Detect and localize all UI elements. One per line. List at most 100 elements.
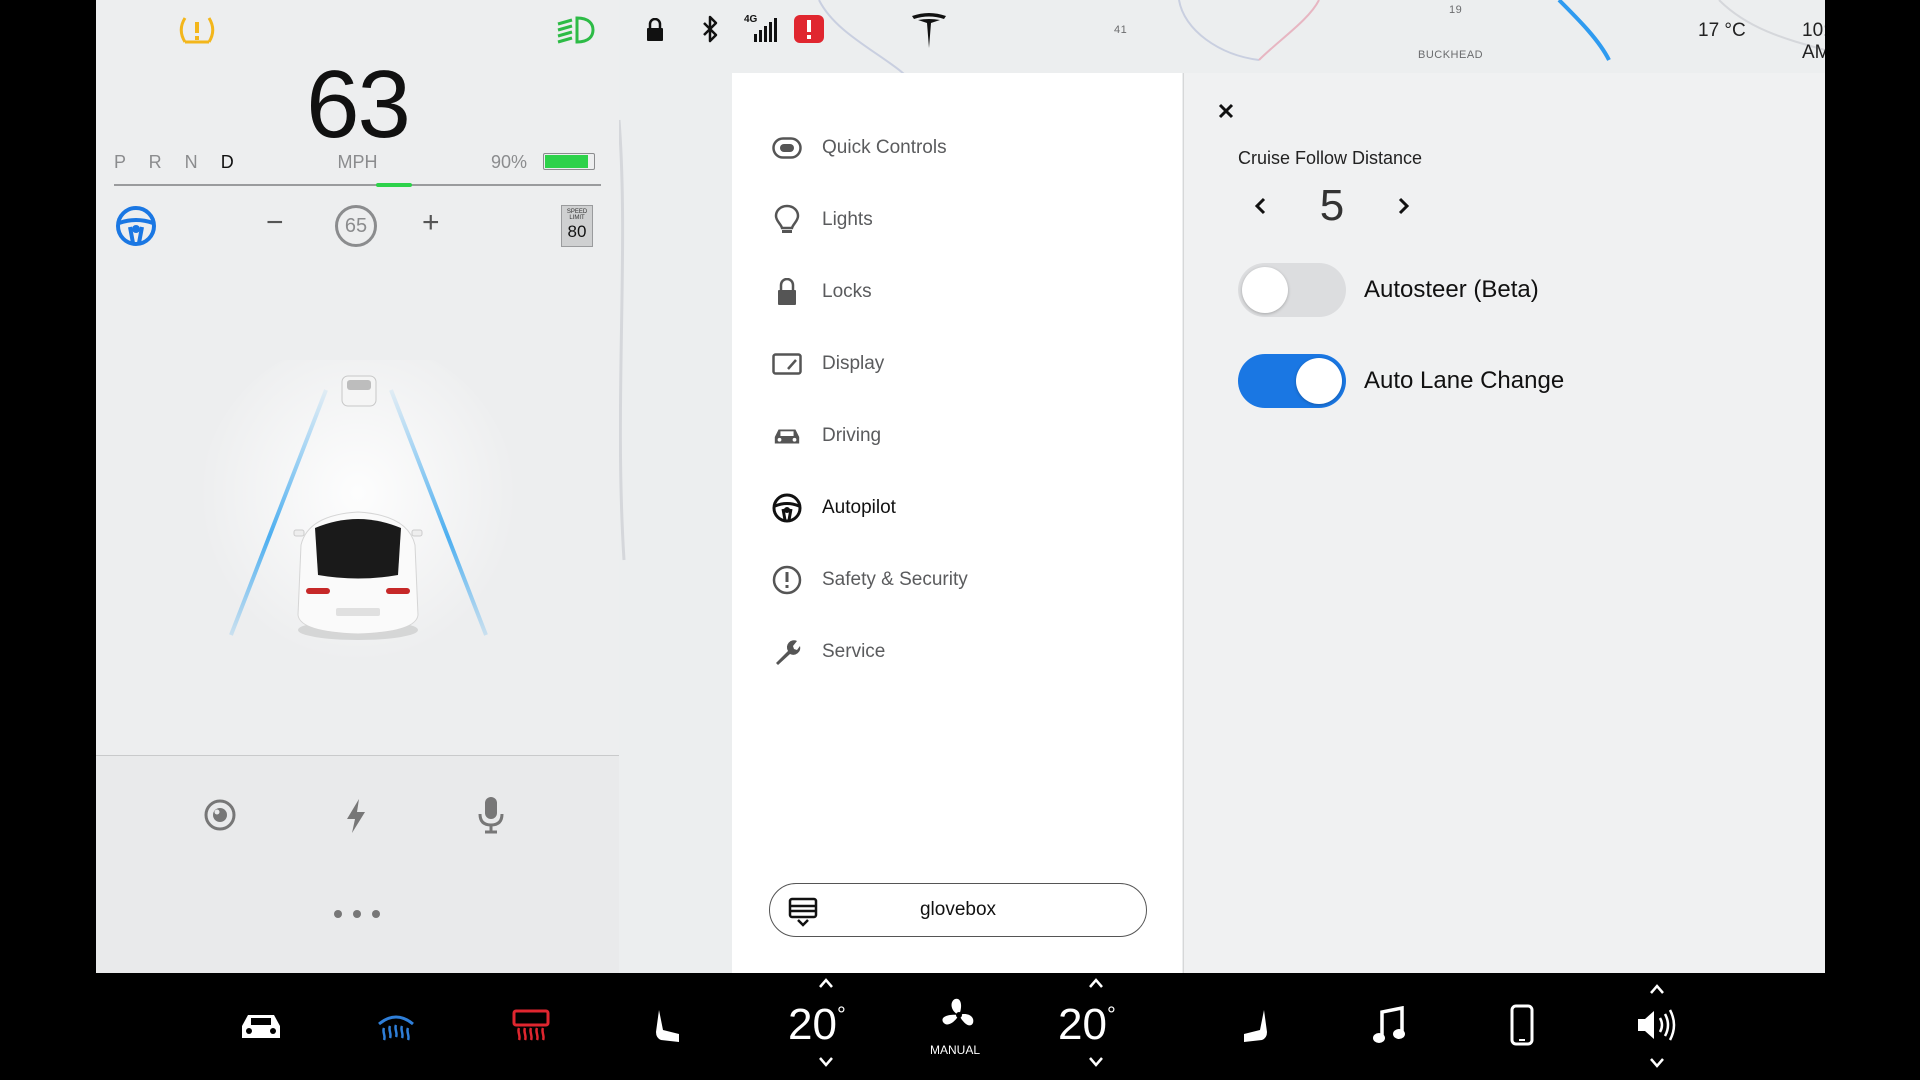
bluetooth-icon[interactable] (701, 15, 719, 48)
music-icon[interactable] (1372, 1005, 1406, 1051)
speed-indicator (376, 183, 412, 187)
battery-percent: 90% (491, 152, 528, 172)
wrench-icon (772, 637, 802, 667)
speed-unit: MPH (337, 152, 378, 172)
volume-icon[interactable] (1635, 1007, 1681, 1048)
menu-item-label: Safety & Security (822, 569, 968, 590)
bulb-icon (772, 204, 802, 235)
front-defrost-icon[interactable] (376, 1008, 416, 1049)
glovebox-label: glovebox (919, 899, 997, 920)
fan-mode-label: MANUAL (930, 1043, 981, 1057)
autosteer-label: Autosteer (Beta) (1364, 276, 1539, 303)
lead-vehicle-icon (341, 375, 377, 407)
rear-defrost-icon[interactable] (511, 1008, 551, 1049)
cellular-signal-icon: 4G (744, 14, 784, 49)
passenger-seat-heater-icon[interactable] (1240, 1008, 1270, 1051)
menu-item-label: Lights (822, 209, 873, 230)
driver-temp-value: 20 (788, 1000, 837, 1049)
right-temp-down-icon[interactable] (1088, 1055, 1104, 1071)
display-icon (772, 349, 802, 379)
chevron-right-icon[interactable] (1382, 184, 1426, 228)
menu-item-lights[interactable]: Lights (772, 200, 1152, 240)
app-launcher (96, 755, 619, 973)
speed-limit-value: 80 (567, 222, 587, 241)
charging-icon[interactable] (344, 798, 368, 839)
menu-item-safety-security[interactable]: Safety & Security (772, 560, 1152, 600)
auto-lane-change-row: Auto Lane Change (1238, 354, 1564, 408)
map-label: 41 (1114, 24, 1128, 36)
driving-panel: 63 P R N D MPH 90% − 65 + SPEED LIMIT 80 (96, 0, 619, 973)
auto-lane-change-toggle[interactable] (1238, 354, 1346, 408)
settings-menu: Quick Controls Lights Locks Display Driv… (732, 73, 1182, 973)
phone-icon[interactable] (1510, 1004, 1534, 1051)
menu-item-label: Locks (822, 281, 872, 302)
toggle-knob (1296, 358, 1342, 404)
autosteer-row: Autosteer (Beta) (1238, 263, 1539, 317)
passenger-temperature[interactable]: 20° (1058, 1000, 1116, 1050)
tesla-logo-icon[interactable] (910, 10, 948, 55)
voice-command-icon[interactable] (478, 796, 504, 839)
set-speed[interactable]: 65 (335, 205, 377, 247)
volume-down-icon[interactable] (1649, 1056, 1665, 1072)
menu-item-label: Autopilot (822, 497, 896, 518)
auto-lane-change-label: Auto Lane Change (1364, 367, 1565, 394)
menu-item-label: Quick Controls (822, 137, 947, 158)
degree-symbol: ° (1106, 1002, 1116, 1027)
network-type-label: 4G (744, 14, 758, 25)
map-label: BUCKHEAD (1418, 49, 1484, 61)
car-controls-icon[interactable] (238, 1010, 284, 1047)
autosteer-toggle[interactable] (1238, 263, 1346, 317)
menu-item-label: Service (822, 641, 886, 662)
driver-temperature[interactable]: 20° (788, 1000, 846, 1050)
menu-item-label: Driving (822, 425, 882, 446)
decrease-set-speed-button[interactable]: − (266, 206, 284, 240)
status-lock-icon[interactable] (645, 17, 665, 47)
steering-wheel-icon (772, 493, 802, 523)
menu-item-locks[interactable]: Locks (772, 272, 1152, 312)
camera-icon[interactable] (203, 798, 237, 837)
left-temp-up-icon[interactable] (818, 976, 834, 992)
cruise-follow-distance-value: 5 (1319, 181, 1345, 230)
battery-icon (543, 153, 595, 170)
driver-seat-heater-icon[interactable] (653, 1008, 683, 1051)
menu-item-quick-controls[interactable]: Quick Controls (772, 128, 1152, 168)
passenger-temp-value: 20 (1058, 1000, 1107, 1049)
headlights-icon[interactable] (555, 14, 595, 51)
autopilot-settings-pane: Cruise Follow Distance 5 Autosteer (Beta… (1183, 73, 1825, 973)
speed-limit-label: SPEED LIMIT (566, 209, 588, 221)
alert-circle-icon (772, 565, 802, 595)
close-icon[interactable] (1214, 99, 1238, 123)
speed-rule (114, 183, 601, 187)
outside-temperature: 17 °C (1698, 20, 1746, 41)
glovebox-icon (788, 897, 818, 933)
autopilot-steering-icon[interactable] (115, 205, 157, 252)
map-label: 19 (1449, 4, 1463, 16)
menu-item-display[interactable]: Display (772, 344, 1152, 384)
more-apps-icon[interactable] (332, 906, 382, 924)
menu-item-label: Display (822, 353, 885, 374)
autopilot-visualization (198, 360, 518, 680)
menu-item-driving[interactable]: Driving (772, 416, 1152, 456)
menu-item-service[interactable]: Service (772, 632, 1152, 672)
battery-fill (545, 155, 589, 168)
lock-icon (772, 277, 802, 307)
chevron-left-icon[interactable] (1238, 184, 1282, 228)
car-icon (772, 421, 802, 451)
toggle-knob (1242, 267, 1288, 313)
touchscreen: 19 41 BUCKHEAD 4G 17 °C 10:21 AM 63 P R … (96, 0, 1825, 973)
right-temp-up-icon[interactable] (1088, 976, 1104, 992)
increase-set-speed-button[interactable]: + (422, 206, 440, 240)
clock: 10:21 AM (1802, 20, 1825, 63)
alert-icon[interactable] (793, 14, 825, 49)
speed-limit-sign: SPEED LIMIT 80 (561, 205, 593, 247)
left-temp-down-icon[interactable] (818, 1055, 834, 1071)
glovebox-button[interactable]: glovebox (769, 883, 1147, 937)
volume-up-icon[interactable] (1649, 982, 1665, 998)
own-vehicle-icon (293, 511, 423, 640)
menu-item-autopilot[interactable]: Autopilot (772, 488, 1152, 528)
fan-icon[interactable] (939, 996, 979, 1039)
cruise-follow-distance-label: Cruise Follow Distance (1238, 148, 1423, 168)
cruise-follow-distance-stepper: 5 (1238, 181, 1426, 231)
current-speed: 63 (306, 51, 411, 158)
tire-pressure-warning-icon[interactable] (179, 14, 215, 51)
